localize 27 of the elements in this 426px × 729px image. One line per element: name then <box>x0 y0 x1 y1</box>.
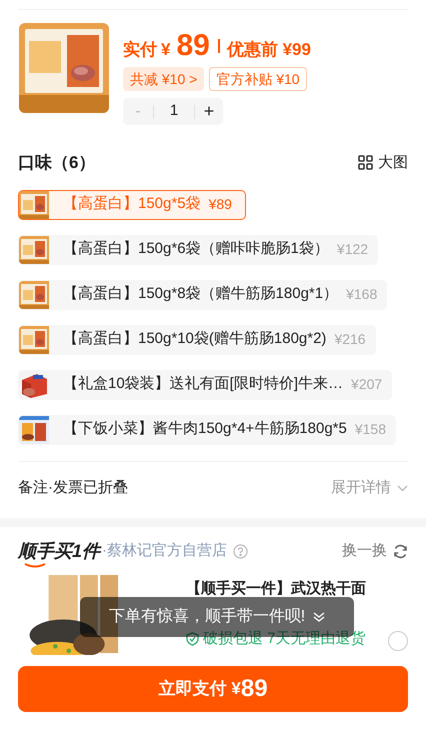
toast-message: 下单有惊喜，顺手带一件呗! <box>108 606 306 626</box>
currency-symbol: ¥ <box>161 41 170 58</box>
chevron-down-icon <box>397 485 408 492</box>
pay-label: 实付 <box>123 41 157 58</box>
select-checkbox[interactable] <box>388 630 408 650</box>
quantity-value: 1 <box>168 101 180 122</box>
brand-logo: 顺手买1件 <box>18 538 100 565</box>
flavor-option[interactable]: 【高蛋白】150g*10袋(赠牛筋肠180g*2) ¥216 <box>18 324 376 354</box>
product-title: 【顺手买一件】武汉热干面 <box>186 578 366 598</box>
section-title: 口味（6） <box>18 152 96 174</box>
remarks-label: 备注·发票已折叠 <box>18 478 128 498</box>
flavor-option[interactable]: 【高蛋白】150g*6袋（赠咔咔脆肠1袋） ¥122 <box>18 234 378 264</box>
shield-check-icon <box>186 632 199 646</box>
flavor-option[interactable]: 【礼盒10袋装】送礼有面[限时特价]牛来… ¥207 <box>18 370 392 400</box>
flavor-option[interactable]: 【高蛋白】150g*8袋（赠牛筋肠180g*1） ¥168 <box>18 280 388 310</box>
refresh-icon <box>393 544 408 559</box>
plus-button[interactable]: + <box>195 98 223 125</box>
subsidy-tag: 官方补贴 ¥10 <box>209 67 307 91</box>
help-icon[interactable] <box>233 544 248 559</box>
large-view-button[interactable]: 大图 <box>358 152 408 174</box>
double-chevron-down-icon[interactable] <box>313 610 326 622</box>
refresh-button[interactable]: 换一换 <box>342 540 408 563</box>
grid-icon <box>358 155 373 170</box>
store-name: ·蔡林记官方自营店 <box>102 541 228 562</box>
price: 89 <box>176 31 210 61</box>
original-price: 优惠前 ¥99 <box>226 41 311 58</box>
flavor-option[interactable]: 【下饭小菜】酱牛肉150g*4+牛筋肠180g*5 ¥158 <box>18 414 396 444</box>
